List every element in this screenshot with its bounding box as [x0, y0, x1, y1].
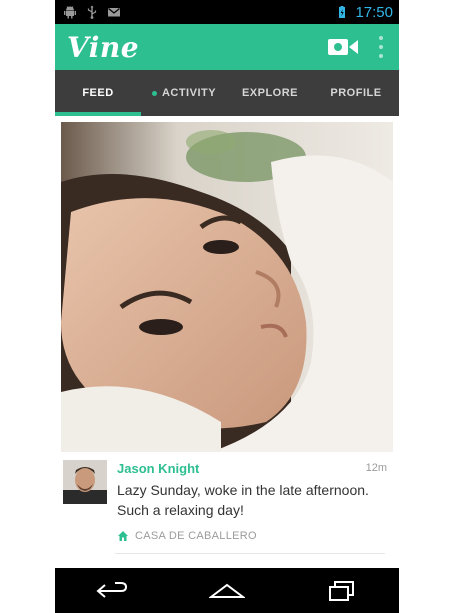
- tab-feed[interactable]: FEED: [55, 70, 141, 116]
- clock: 17:50: [355, 3, 393, 21]
- back-button[interactable]: [88, 576, 136, 606]
- overflow-menu-icon[interactable]: [379, 36, 385, 58]
- status-system: 17:50: [335, 4, 399, 21]
- video-frame: [61, 122, 393, 452]
- post-details: Jason Knight 12m Lazy Sunday, woke in th…: [61, 456, 393, 552]
- post-divider: [115, 553, 385, 554]
- phone-screen: 17:50 Vine FEED ACTIVITY EXPLORE PROFILE…: [55, 0, 399, 613]
- battery-icon: [339, 6, 346, 18]
- status-notifications: [55, 5, 121, 19]
- avatar[interactable]: [63, 460, 107, 504]
- tab-activity-label: ACTIVITY: [161, 87, 217, 99]
- activity-dot-icon: [151, 90, 157, 96]
- tab-feed-label: FEED: [82, 87, 114, 99]
- tab-profile[interactable]: PROFILE: [313, 70, 399, 116]
- camera-icon[interactable]: [327, 37, 359, 57]
- location-label: CASA DE CABALLERO: [135, 530, 257, 542]
- action-buttons: [327, 36, 399, 58]
- back-icon: [96, 581, 128, 598]
- status-bar: 17:50: [55, 0, 399, 24]
- recents-button[interactable]: [318, 576, 366, 606]
- system-nav-bar: [55, 568, 399, 613]
- avatar-image: [63, 460, 107, 504]
- tab-explore-label: EXPLORE: [241, 87, 299, 99]
- tab-explore[interactable]: EXPLORE: [227, 70, 313, 116]
- app-action-bar: Vine: [55, 24, 399, 70]
- tab-activity[interactable]: ACTIVITY: [141, 70, 227, 116]
- android-icon: [64, 6, 76, 19]
- post-caption: Lazy Sunday, woke in the late afternoon.…: [117, 482, 369, 518]
- tab-bar: FEED ACTIVITY EXPLORE PROFILE: [55, 70, 399, 116]
- vine-logo: Vine: [67, 30, 140, 64]
- usb-icon: [87, 5, 97, 19]
- post-username[interactable]: Jason Knight: [117, 461, 199, 476]
- mail-icon: [108, 8, 120, 17]
- post-location[interactable]: CASA DE CABALLERO: [117, 530, 257, 542]
- tab-profile-label: PROFILE: [330, 87, 382, 99]
- recents-icon: [328, 580, 354, 601]
- home-icon: [208, 583, 245, 598]
- home-button[interactable]: [203, 576, 251, 606]
- post-timestamp: 12m: [365, 462, 387, 474]
- location-home-icon: [118, 531, 128, 541]
- post-video[interactable]: [61, 122, 393, 452]
